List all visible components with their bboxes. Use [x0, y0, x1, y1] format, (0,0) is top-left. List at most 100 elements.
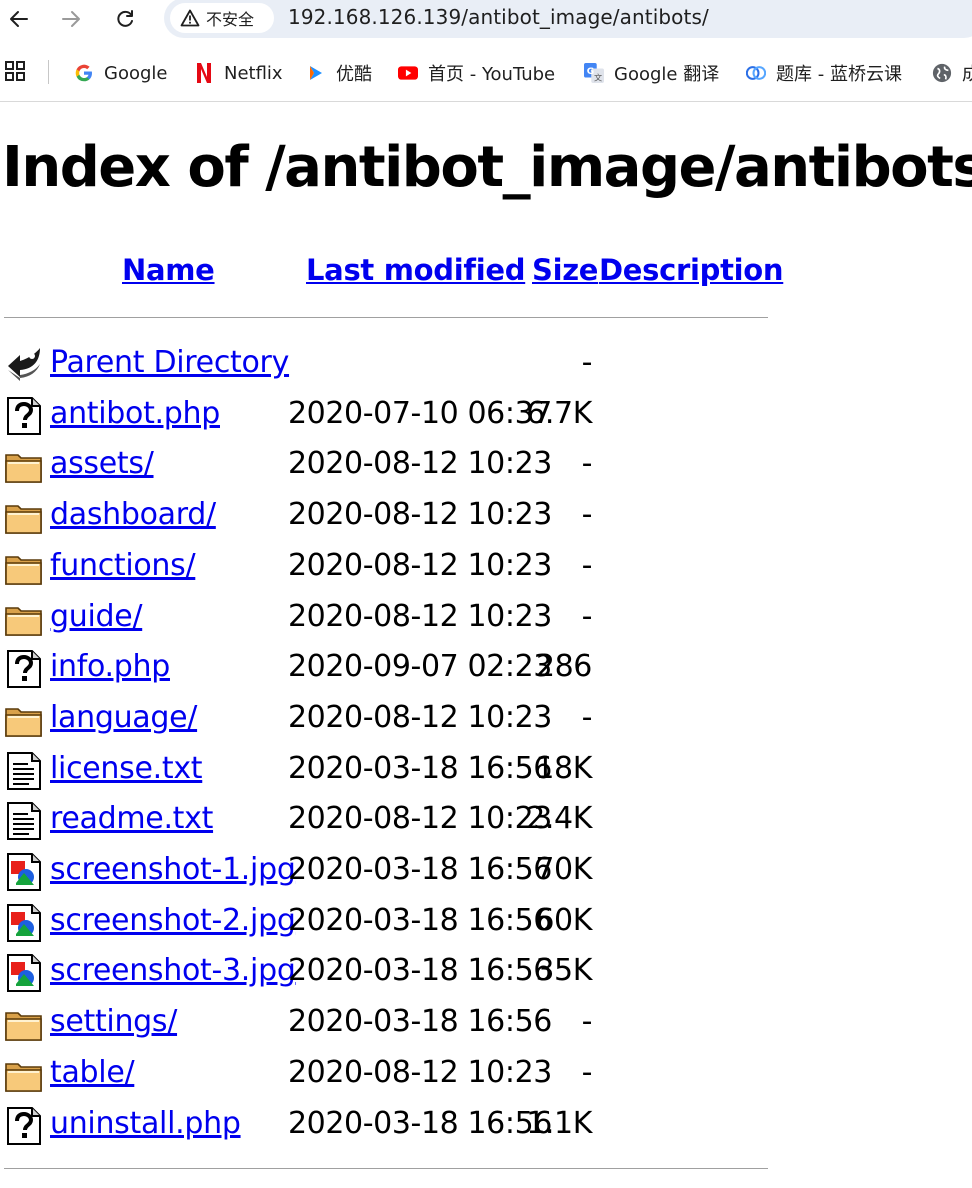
text-file-icon[interactable] — [4, 802, 44, 841]
folder-icon[interactable] — [4, 498, 44, 536]
bookmark-google[interactable]: Google — [74, 60, 167, 86]
file-link[interactable]: Parent Directory — [50, 345, 289, 380]
page-title: Index of /antibot_image/antibots — [2, 135, 972, 200]
size-cell: - — [581, 497, 593, 533]
apps-icon[interactable] — [4, 60, 26, 86]
file-link[interactable]: settings/ — [50, 1004, 177, 1039]
text-file-icon[interactable] — [4, 751, 44, 790]
arrow-left-icon — [10, 11, 28, 27]
security-label: 不安全 — [206, 10, 255, 29]
warning-icon — [180, 9, 200, 27]
bookmark-label: 成 — [962, 64, 972, 85]
svg-text:文: 文 — [594, 72, 602, 82]
file-link[interactable]: functions/ — [50, 548, 196, 583]
file-link[interactable]: dashboard/ — [50, 497, 216, 532]
table-row: uninstall.php 2020-03-18 16:56 1.1K — [0, 1101, 972, 1151]
size-cell: 18K — [535, 750, 592, 786]
size-cell: 2.4K — [526, 801, 592, 837]
table-row: info.php 2020-09-07 02:23 286 — [0, 644, 972, 694]
table-row: antibot.php 2020-07-10 06:37 6.7K — [0, 391, 972, 441]
sort-by-modified-link[interactable]: Last modified — [306, 253, 526, 287]
bookmark-partial[interactable]: 成 — [932, 60, 972, 86]
bookmarks-divider — [48, 60, 49, 84]
last-modified-cell: 2020-08-12 10:23 — [288, 598, 552, 634]
netflix-icon — [194, 63, 214, 83]
bookmarks-bar: Google Netflix 优酷 首页 - YouTube G文 Google… — [0, 46, 972, 102]
url-text[interactable]: 192.168.126.139/antibot_image/antibots/ — [288, 5, 709, 29]
image-file-icon[interactable] — [4, 903, 44, 942]
reload-button[interactable] — [110, 4, 140, 34]
file-link[interactable]: screenshot-1.jpg — [50, 852, 296, 887]
unknown-file-icon[interactable] — [4, 650, 44, 689]
last-modified-cell: 2020-03-18 16:56 — [288, 953, 552, 989]
file-link[interactable]: license.txt — [50, 751, 203, 786]
folder-icon[interactable] — [4, 1005, 44, 1043]
file-link[interactable]: guide/ — [50, 599, 143, 634]
file-link[interactable]: screenshot-3.jpg — [50, 953, 296, 988]
back-button[interactable] — [4, 4, 34, 34]
folder-icon[interactable] — [4, 1056, 44, 1094]
last-modified-cell: 2020-03-18 16:56 — [288, 902, 552, 938]
last-modified-cell: 2020-08-12 10:23 — [288, 1054, 552, 1090]
file-link[interactable]: assets/ — [50, 446, 154, 481]
back-icon[interactable] — [4, 346, 44, 384]
table-row: Parent Directory - — [0, 340, 972, 390]
svg-text:G: G — [587, 67, 594, 77]
table-row: screenshot-2.jpg 2020-03-18 16:56 60K — [0, 898, 972, 948]
file-link[interactable]: readme.txt — [50, 801, 213, 836]
last-modified-cell: 2020-07-10 06:37 — [288, 395, 552, 431]
table-row: assets/2020-08-12 10:23- — [0, 441, 972, 491]
file-link[interactable]: antibot.php — [50, 396, 220, 431]
bookmark-youku[interactable]: 优酷 — [306, 60, 372, 86]
browser-toolbar: 不安全 192.168.126.139/antibot_image/antibo… — [0, 0, 972, 40]
file-link[interactable]: screenshot-2.jpg — [50, 903, 296, 938]
sort-by-size-link[interactable]: Size — [532, 253, 598, 287]
last-modified-cell: 2020-08-12 10:23 — [288, 699, 552, 735]
arrow-right-icon — [62, 11, 80, 27]
file-link[interactable]: uninstall.php — [50, 1106, 241, 1141]
folder-icon[interactable] — [4, 701, 44, 739]
youtube-icon — [398, 63, 418, 83]
sort-by-name-link[interactable]: Name — [122, 253, 215, 287]
folder-icon[interactable] — [4, 549, 44, 587]
last-modified-cell: 2020-03-18 16:56 — [288, 1105, 552, 1141]
table-row: guide/2020-08-12 10:23- — [0, 594, 972, 644]
table-row: table/2020-08-12 10:23- — [0, 1050, 972, 1100]
image-file-icon[interactable] — [4, 954, 44, 993]
footer-divider — [4, 1168, 768, 1169]
reload-icon — [117, 10, 133, 27]
bookmark-youtube[interactable]: 首页 - YouTube — [398, 60, 555, 86]
bookmark-lanqiao[interactable]: 题库 - 蓝桥云课 — [746, 60, 902, 86]
file-link[interactable]: table/ — [50, 1055, 135, 1090]
bookmark-label: Netflix — [224, 62, 283, 84]
table-row: license.txt 2020-03-18 16:56 18K — [0, 746, 972, 796]
file-link[interactable]: info.php — [50, 649, 170, 684]
lanqiao-icon — [746, 63, 766, 83]
unknown-file-icon[interactable] — [4, 396, 44, 435]
size-cell: 6.7K — [526, 395, 592, 431]
image-file-icon[interactable] — [4, 853, 44, 891]
bookmark-label: Google 翻译 — [614, 64, 720, 85]
folder-icon[interactable] — [4, 600, 44, 638]
header-divider — [4, 317, 768, 318]
sort-by-description-link[interactable]: Description — [599, 253, 784, 287]
bookmark-google-translate[interactable]: G文 Google 翻译 — [584, 60, 719, 86]
table-row: functions/2020-08-12 10:23- — [0, 543, 972, 593]
last-modified-cell: 2020-08-12 10:23 — [288, 547, 552, 583]
unknown-file-icon[interactable] — [4, 1106, 44, 1145]
bookmark-label: 优酷 — [336, 64, 372, 85]
folder-icon[interactable] — [4, 447, 44, 485]
size-cell: 1.1K — [526, 1105, 592, 1141]
table-row: screenshot-3.jpg 2020-03-18 16:56 35K — [0, 948, 972, 998]
forward-button[interactable] — [56, 4, 86, 34]
size-cell: - — [581, 1004, 593, 1040]
bookmark-label: 题库 - 蓝桥云课 — [776, 64, 902, 85]
globe-icon — [932, 63, 952, 83]
bookmark-netflix[interactable]: Netflix — [194, 60, 283, 86]
table-row: screenshot-1.jpg 2020-03-18 16:56 70K — [0, 847, 972, 897]
size-cell: 60K — [535, 902, 592, 938]
security-chip[interactable]: 不安全 — [170, 3, 274, 33]
size-cell: 286 — [535, 649, 592, 685]
file-link[interactable]: language/ — [50, 700, 197, 735]
google-translate-icon: G文 — [584, 63, 604, 83]
